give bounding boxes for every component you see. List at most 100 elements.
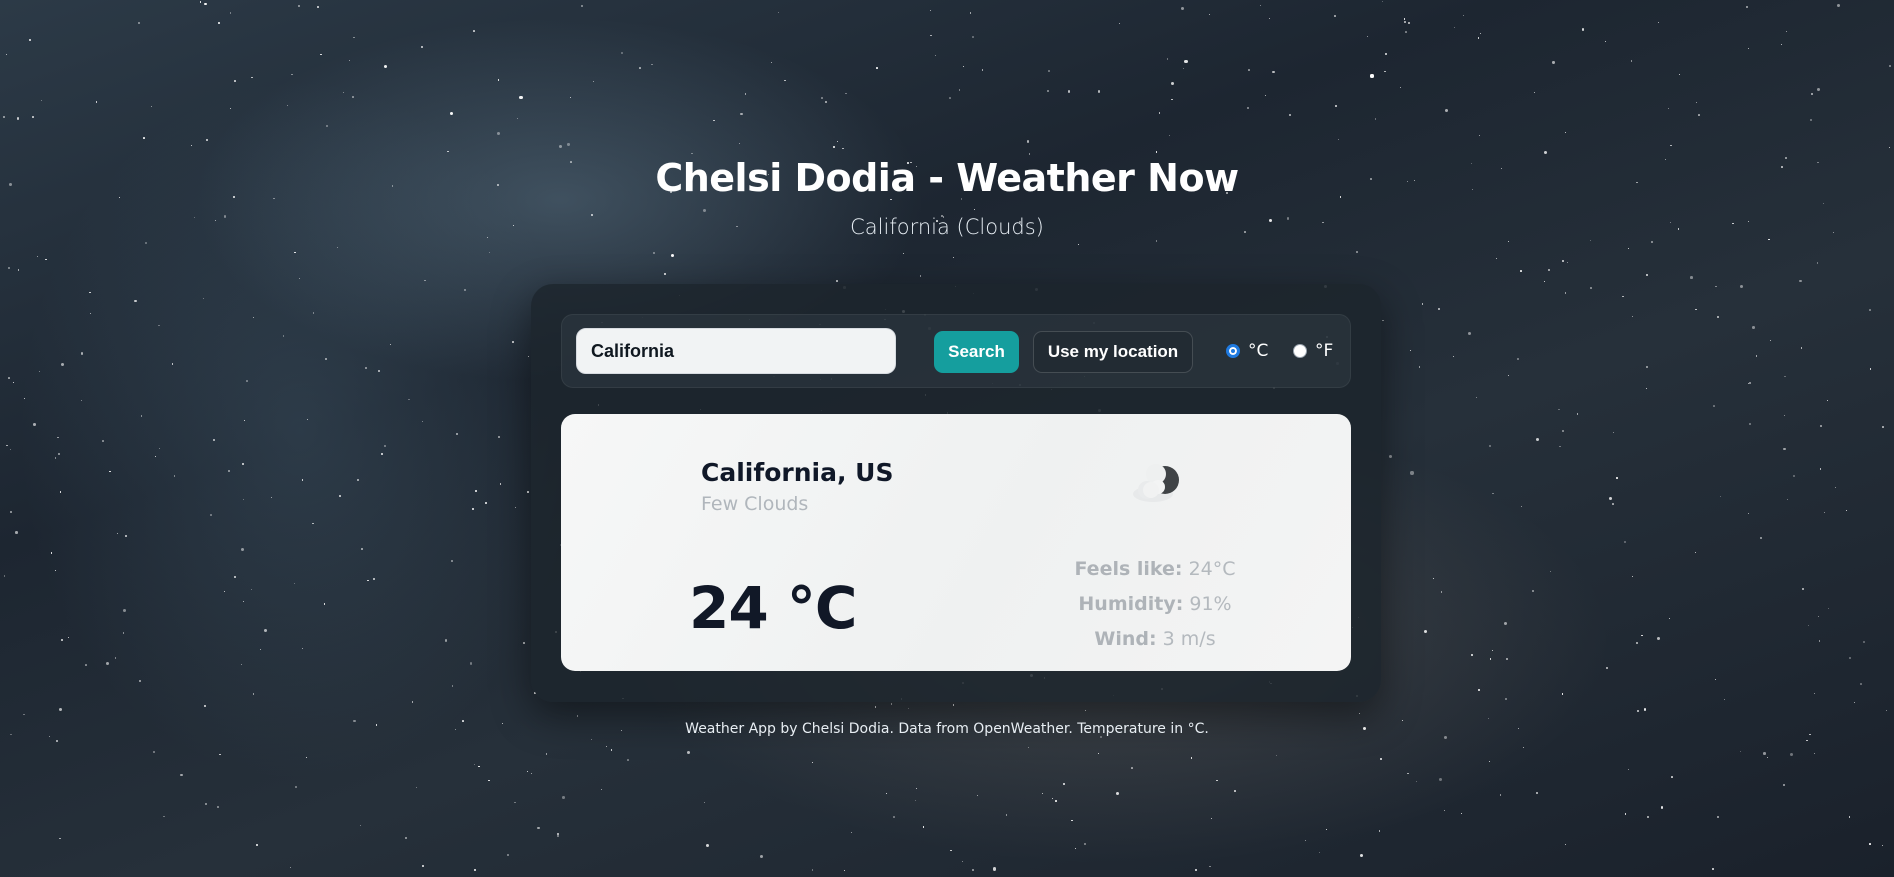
star [1166,58,1168,60]
star [907,707,910,709]
star [1534,91,1536,93]
star [365,367,367,369]
star [312,312,315,314]
star [836,280,838,282]
star [1650,240,1653,243]
star [171,363,173,365]
star [1374,118,1377,120]
star [291,74,293,76]
star [1326,828,1328,830]
weather-stats: Feels like: 24°C Humidity: 91% Wind: 3 m… [1051,552,1259,657]
star [1209,14,1210,16]
unit-celsius-option[interactable]: °C [1226,341,1268,361]
star [876,67,878,69]
star [1051,797,1053,799]
star [1195,869,1197,871]
star [1074,848,1076,850]
humidity-value: 91% [1189,593,1232,615]
star [1715,285,1717,288]
star [1471,654,1473,657]
star [610,749,613,751]
star [243,498,245,500]
weather-description: Few Clouds [701,493,809,515]
star [1028,153,1031,155]
star [1627,768,1629,770]
star [301,478,304,481]
star [1496,257,1498,259]
star [1627,248,1629,250]
star [1889,65,1891,67]
star [339,495,341,497]
star [421,46,423,48]
star [8,377,10,379]
star [1719,495,1722,498]
star [1643,707,1647,711]
star [576,715,579,717]
star [1564,292,1567,295]
star [1532,589,1535,592]
star [713,119,716,122]
star [294,583,296,585]
city-search-input[interactable] [576,328,896,374]
celsius-label: °C [1248,341,1269,361]
star [13,381,15,384]
star [1085,709,1087,711]
star [108,470,111,473]
star [367,579,369,582]
star [444,639,447,642]
star [447,150,450,153]
star [1631,575,1633,577]
star [833,146,835,149]
star [59,491,62,493]
star [536,826,540,830]
star [1410,349,1412,351]
star [702,208,706,212]
unit-fahrenheit-option[interactable]: °F [1293,341,1333,361]
star [58,708,62,711]
star [1478,689,1481,692]
star [1848,816,1851,818]
star [1786,31,1788,33]
star [1564,131,1567,133]
star [1418,366,1421,369]
star [516,117,518,119]
star [324,357,327,360]
star [305,756,308,759]
star [415,787,417,789]
star [784,79,786,82]
star [295,786,298,788]
star [1168,135,1170,137]
star [298,5,301,7]
star [1063,782,1066,785]
search-button[interactable]: Search [934,331,1019,373]
star [1623,540,1626,543]
star [317,6,320,8]
star [1268,18,1270,20]
star [1382,319,1384,321]
star [85,664,87,666]
star [1097,90,1100,93]
star [569,96,571,98]
star [1849,657,1852,659]
celsius-radio[interactable] [1226,344,1240,358]
star [1630,60,1632,62]
star [1616,476,1618,479]
star [738,142,741,145]
star [312,522,314,525]
star [821,97,824,99]
star [473,30,475,32]
star [1657,21,1660,24]
star [302,647,304,649]
star [1800,347,1803,349]
star [562,796,565,799]
star [45,258,48,261]
star [1462,14,1464,16]
feels-like-value: 24°C [1188,558,1236,580]
fahrenheit-radio[interactable] [1293,344,1307,358]
star [1661,806,1664,809]
star [1668,107,1670,109]
star [205,802,208,805]
star [253,316,255,318]
use-my-location-button[interactable]: Use my location [1033,331,1193,373]
star [1809,119,1812,122]
